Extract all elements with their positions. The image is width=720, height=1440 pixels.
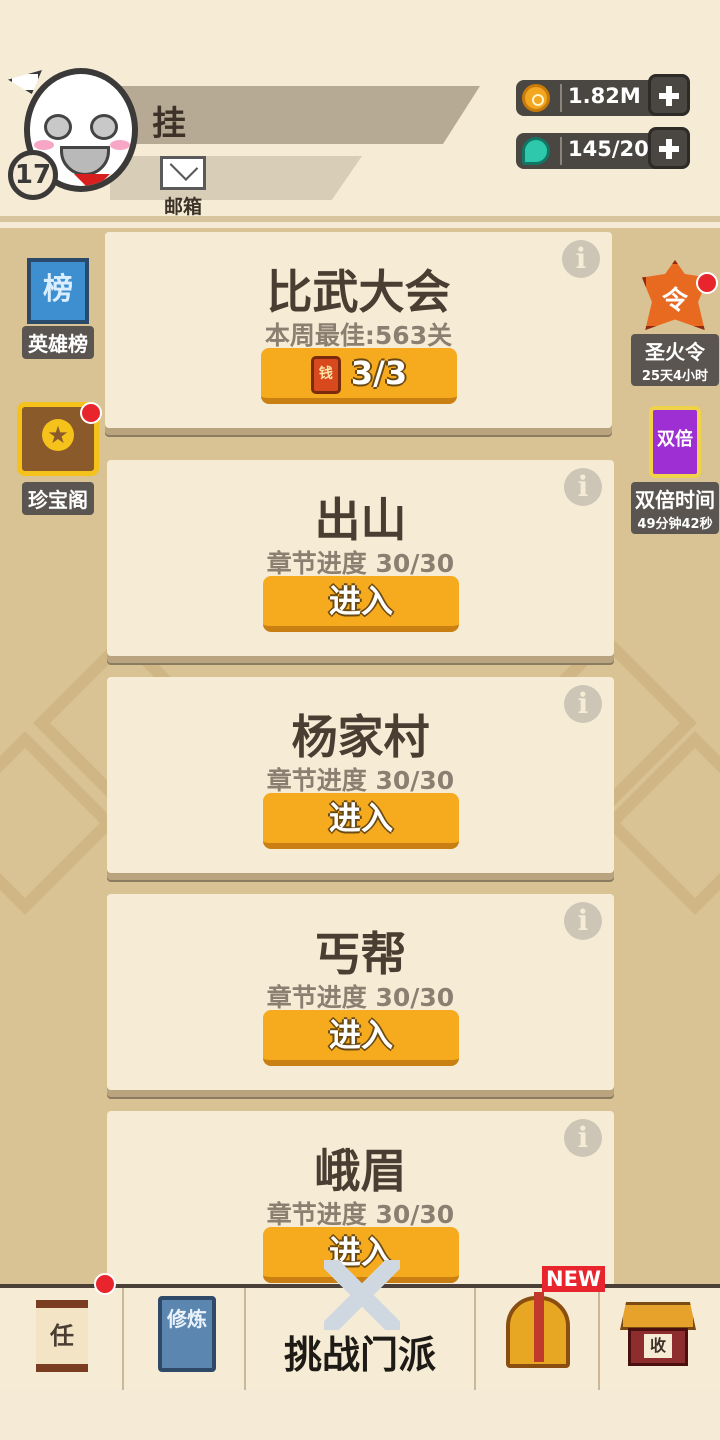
coin-icon: [522, 84, 550, 112]
hero-ranking-button[interactable]: 榜 英雄榜: [14, 258, 102, 359]
double-time-button[interactable]: 双倍 双倍时间 49分钟42秒: [630, 406, 720, 534]
nav-cultivation[interactable]: 修炼: [124, 1288, 246, 1394]
tournament-tickets-count: 3/3: [350, 354, 408, 392]
double-time-label: 双倍时间: [635, 488, 715, 512]
nav-tasks[interactable]: 任: [0, 1288, 124, 1394]
tasks-notification-dot: [94, 1273, 116, 1295]
chapter-card: i 杨家村 章节进度 30/30 进入: [107, 677, 614, 873]
enter-button[interactable]: 进入: [263, 1010, 459, 1066]
envelope-icon: [160, 156, 206, 190]
mail-button[interactable]: 邮箱: [156, 156, 210, 218]
flame-emblem-icon: 令: [642, 260, 708, 330]
helmet-icon: [506, 1292, 570, 1368]
sacred-torch-label: 圣火令: [645, 340, 705, 364]
gem-icon: [522, 137, 550, 165]
gold-value: 1.82M: [568, 84, 641, 108]
card-title: 丐帮: [314, 927, 407, 981]
card-subtitle: 本周最佳:563关: [264, 321, 453, 350]
card-subtitle: 章节进度 30/30: [266, 983, 455, 1012]
enter-button[interactable]: 进入: [263, 793, 459, 849]
card-title: 杨家村: [291, 710, 430, 764]
card-title: 比武大会: [266, 265, 451, 319]
ranking-banner-icon: 榜: [27, 258, 89, 324]
nav-equipment[interactable]: [476, 1288, 600, 1394]
treasure-notification-dot: [80, 402, 102, 424]
enter-button[interactable]: 进入: [263, 576, 459, 632]
header: 17 挂 邮箱 1.82M 145/20: [0, 0, 720, 222]
player-name: 挂: [152, 104, 186, 144]
hero-ranking-label: 英雄榜: [22, 326, 94, 359]
card-subtitle: 章节进度 30/30: [266, 1200, 455, 1229]
card-title: 出山: [314, 493, 407, 547]
double-card-icon: 双倍: [649, 406, 701, 478]
challenge-sects-label: 挑战门派: [283, 1333, 436, 1377]
chapter-card: i 丐帮 章节进度 30/30 进入: [107, 894, 614, 1090]
bottom-nav: 任 修炼 挑战门派 收: [0, 1260, 720, 1394]
new-badge: NEW: [542, 1266, 606, 1292]
crossed-swords-icon: [324, 1260, 400, 1330]
level-badge: 17: [8, 150, 58, 200]
task-scroll-icon: 任: [36, 1300, 88, 1372]
card-subtitle: 章节进度 30/30: [266, 766, 455, 795]
treasure-pavilion-label: 珍宝阁: [22, 482, 94, 515]
tournament-tickets-button[interactable]: 钱 3/3: [261, 348, 457, 404]
add-gem-button[interactable]: [648, 127, 690, 169]
nav-collect[interactable]: 收: [600, 1288, 720, 1394]
building-icon: 收: [620, 1302, 696, 1366]
nav-challenge-sects[interactable]: 挑战门派: [246, 1260, 476, 1394]
ticket-icon: 钱: [310, 356, 341, 394]
collect-sign: 收: [644, 1334, 672, 1358]
chapter-card: i 出山 章节进度 30/30 进入: [107, 460, 614, 656]
torch-notification-dot: [696, 272, 718, 294]
avatar-eye-icon: [90, 114, 118, 140]
sacred-torch-timer: 25天4小时: [641, 369, 709, 384]
footer-strip: [0, 1390, 720, 1440]
cultivation-book-icon: 修炼: [158, 1296, 216, 1372]
gem-value: 145/20: [568, 137, 649, 161]
mail-ribbon: [110, 156, 362, 200]
double-time-timer: 49分钟42秒: [637, 517, 713, 532]
add-gold-button[interactable]: [648, 74, 690, 116]
card-title: 峨眉: [314, 1144, 407, 1198]
mail-label: 邮箱: [163, 196, 202, 218]
card-subtitle: 章节进度 30/30: [266, 549, 455, 578]
tournament-card: i 比武大会 本周最佳:563关 钱 3/3: [105, 232, 612, 428]
avatar-eye-icon: [44, 114, 72, 140]
